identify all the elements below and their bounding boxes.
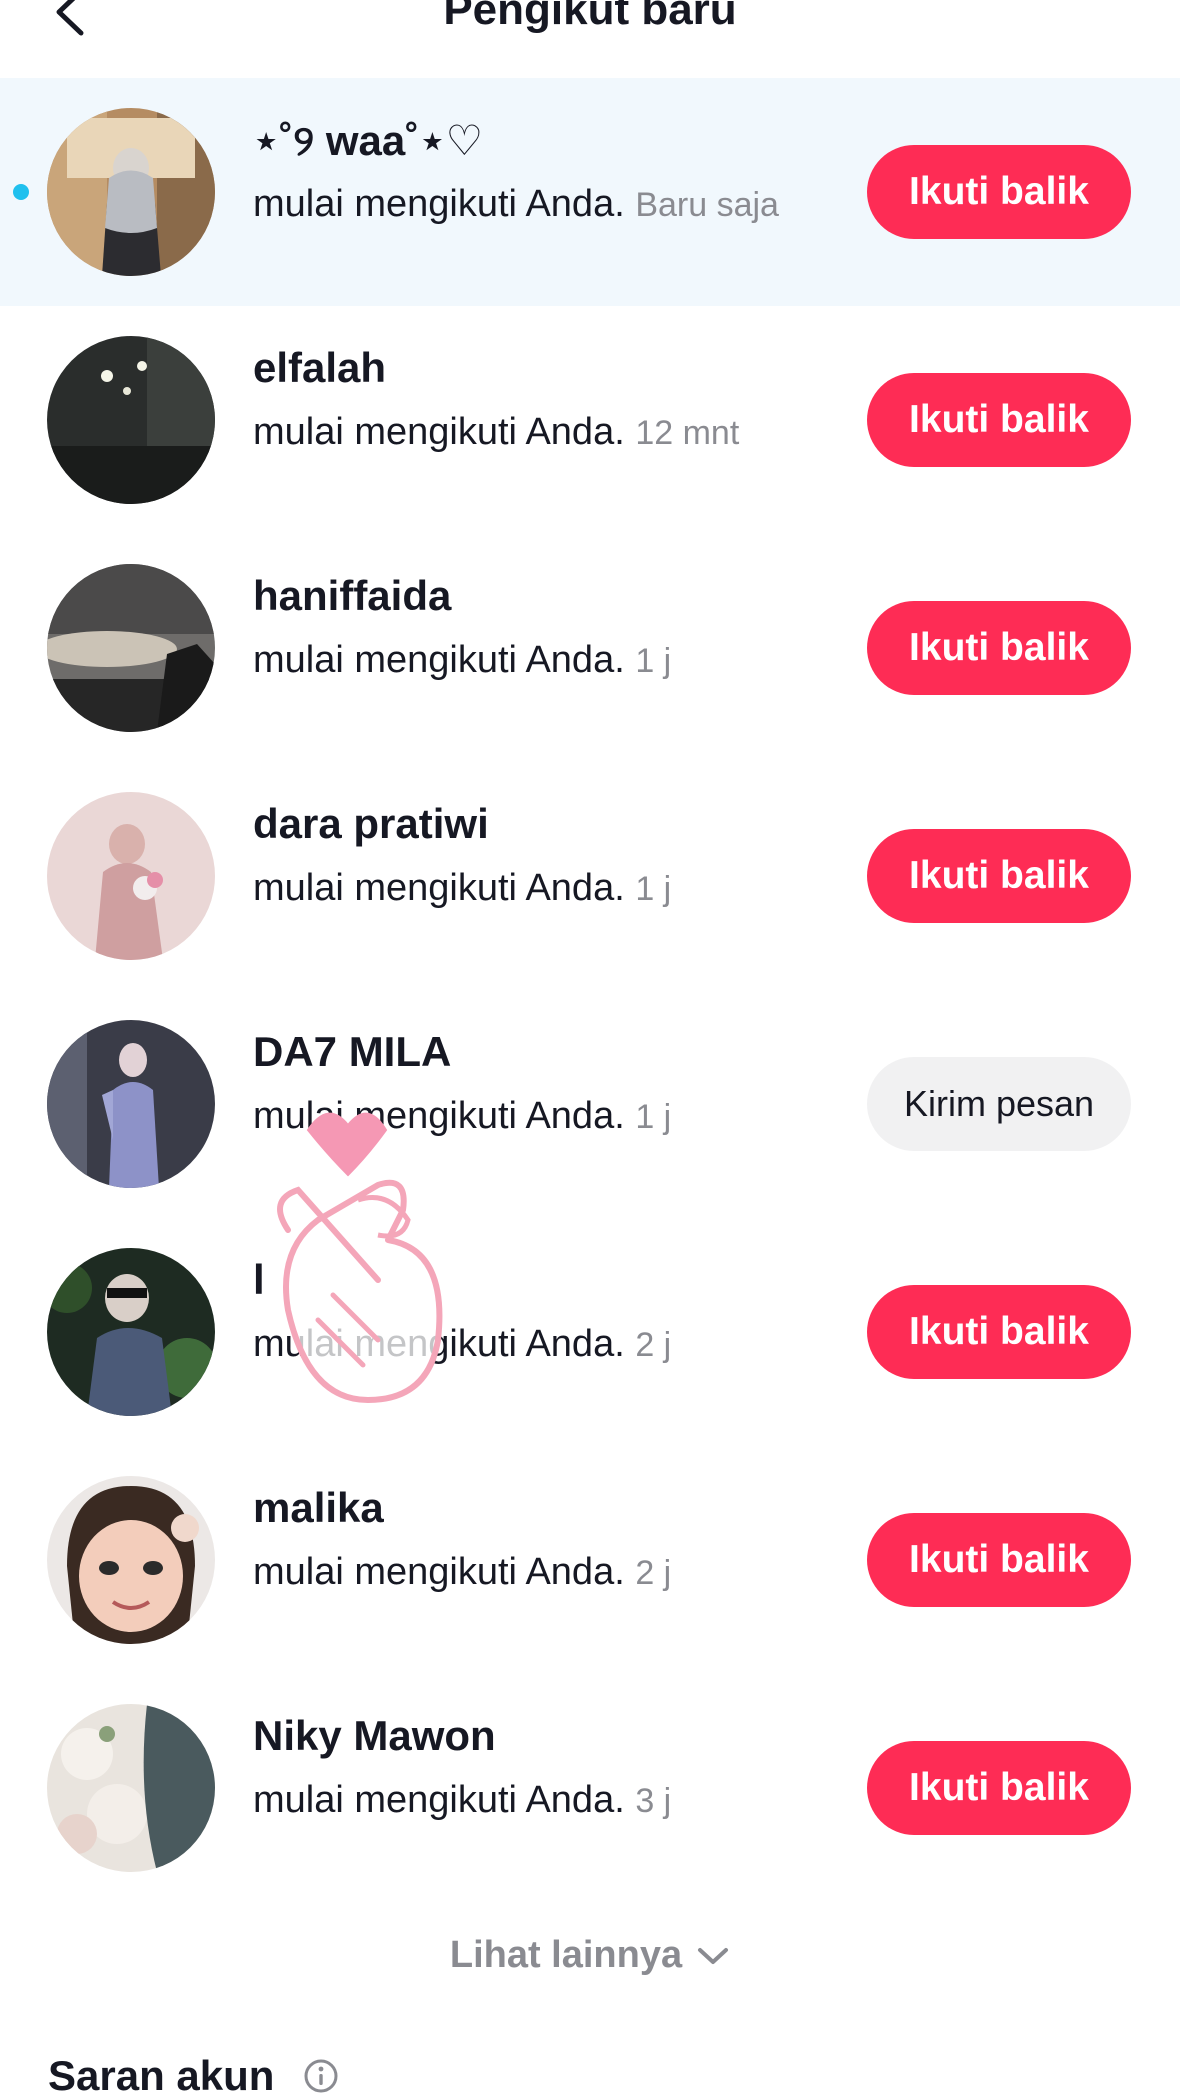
username[interactable]: haniffaida [253,572,451,620]
activity-text: mulai mengikuti Anda. 2 j [253,1551,672,1593]
activity-text: mulai mengikuti Anda. 3 j [253,1779,672,1821]
timestamp: 1 j [635,870,672,908]
username[interactable]: ⋆˚୨ waa˚⋆♡ [253,116,483,166]
avatar[interactable] [47,1248,215,1416]
follow-back-button[interactable]: Ikuti balik [867,1513,1131,1607]
username[interactable]: elfalah [253,344,386,392]
activity-text: mulai mengikuti Anda. 12 mnt [253,411,740,453]
list-item[interactable]: ⋆˚୨ waa˚⋆♡ mulai mengikuti Anda. Baru sa… [0,78,1180,306]
list-item[interactable]: Niky Mawon mulai mengikuti Anda. 3 j Iku… [0,1674,1180,1902]
chevron-down-icon [698,1947,729,1964]
timestamp: 1 j [635,1098,672,1136]
avatar[interactable] [47,792,215,960]
unread-dot [13,184,29,200]
username[interactable]: DA7 MILA [253,1028,451,1076]
page-title: Pengikut baru [443,0,737,34]
send-message-button[interactable]: Kirim pesan [867,1057,1131,1151]
avatar[interactable] [47,1476,215,1644]
follow-back-button[interactable]: Ikuti balik [867,829,1131,923]
username[interactable]: dara pratiwi [253,800,489,848]
activity-text: mulai mengikuti Anda. Baru saja [253,183,779,225]
timestamp: 3 j [635,1782,672,1820]
avatar[interactable] [47,108,215,276]
list-item[interactable]: elfalah mulai mengikuti Anda. 12 mnt Iku… [0,306,1180,534]
follow-back-button[interactable]: Ikuti balik [867,145,1131,239]
follow-back-button[interactable]: Ikuti balik [867,1285,1131,1379]
suggested-accounts-title: Saran akun [48,2052,340,2100]
followers-list: ⋆˚୨ waa˚⋆♡ mulai mengikuti Anda. Baru sa… [0,78,1180,1902]
follow-back-button[interactable]: Ikuti balik [867,1741,1131,1835]
list-item[interactable]: dara pratiwi mulai mengikuti Anda. 1 j I… [0,762,1180,990]
timestamp: 2 j [635,1554,672,1592]
avatar[interactable] [47,1704,215,1872]
see-more-button[interactable]: Lihat lainnya [0,1934,1180,1977]
see-more-label: Lihat lainnya [449,1934,683,1976]
header: Pengikut baru [0,0,1180,78]
activity-text: mulai mengikuti Anda. 1 j [253,639,672,681]
timestamp: Baru saja [635,186,779,224]
avatar[interactable] [47,564,215,732]
timestamp: 1 j [635,642,672,680]
list-item[interactable]: l mulai mengikuti Anda. 2 j Ikuti balik [0,1218,1180,1446]
avatar[interactable] [47,1020,215,1188]
follow-back-button[interactable]: Ikuti balik [867,601,1131,695]
activity-text: mulai mengikuti Anda. 1 j [253,867,672,909]
list-item[interactable]: haniffaida mulai mengikuti Anda. 1 j Iku… [0,534,1180,762]
avatar[interactable] [47,336,215,504]
username[interactable]: l [253,1256,265,1304]
activity-text: mulai mengikuti Anda. 1 j [253,1095,672,1137]
timestamp: 12 mnt [635,414,740,452]
timestamp: 2 j [635,1326,672,1364]
activity-text: mulai mengikuti Anda. 2 j [253,1323,672,1365]
list-item[interactable]: malika mulai mengikuti Anda. 2 j Ikuti b… [0,1446,1180,1674]
username[interactable]: malika [253,1484,384,1532]
info-icon[interactable] [302,2057,340,2095]
list-item[interactable]: DA7 MILA mulai mengikuti Anda. 1 j Kirim… [0,990,1180,1218]
follow-back-button[interactable]: Ikuti balik [867,373,1131,467]
username[interactable]: Niky Mawon [253,1712,496,1760]
